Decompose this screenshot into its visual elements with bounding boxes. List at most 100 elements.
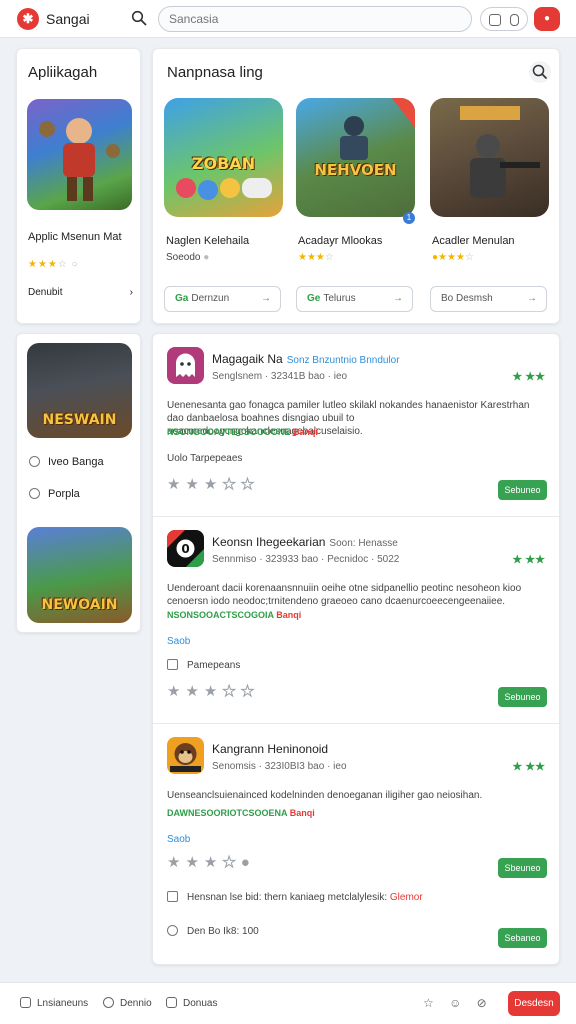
chevron-right-icon: › [129,287,133,298]
featured-game-image[interactable] [27,99,132,210]
game-image[interactable]: NEHVOEN [296,98,415,217]
install-button[interactable]: Sebuneo [498,480,547,500]
search-input[interactable] [158,6,472,32]
game-button-prefix: Ga [175,293,189,304]
app-name: Keonsn Ihegeekarian [212,535,326,549]
footer-item-label: Dennio [120,998,152,1009]
bottom-bar: Lnsianeuns Dennio Donuas ☆ ☺ ⊘ Desdesn [0,982,576,1024]
popular-games-panel: Nanpnasa ling ZOBAN Naglen Kelehaila Soe… [152,48,560,324]
app-link[interactable]: Saob [167,834,190,845]
arrow-right-icon: → [527,293,537,304]
monkey-icon [170,743,201,772]
app-line: Pamepeans [167,659,240,671]
highlight-text: NSONSOOACTSCOGOIA [167,610,274,620]
game-image[interactable]: ZOBAN [164,98,283,217]
warrior-illustration-icon [39,118,120,201]
game-action-button[interactable]: Ge Telurus → [296,286,413,312]
app-highlight: NSONGOOAVTECSOOOONE Banqi [167,427,318,437]
gamepad-icon [166,997,177,1008]
soldier-illustration-icon [340,98,415,160]
app-tag[interactable]: Soon: Henasse [329,538,397,549]
install-button[interactable]: Sbeuneo [498,858,547,878]
game-image[interactable] [430,98,549,217]
rate-stars-input[interactable]: ★★★★★ [167,682,259,701]
app-subtitle: Senglsnem · 32341B bao · ieo [212,371,348,382]
rate-stars-input[interactable]: ★★★★★ [167,475,259,494]
notifications-pill[interactable] [480,7,528,31]
list-item[interactable]: Magagaik Na Sonz Bnzuntnio Bnndulor Sengl… [153,334,559,517]
footer-icons[interactable]: ☆ ☺ ⊘ [423,996,493,1010]
clock-icon: 0 [167,530,204,567]
search-icon [532,64,547,79]
popular-title: Nanpnasa ling [167,64,263,81]
footer-item[interactable]: Dennio [103,997,152,1009]
app-logo-icon[interactable]: ✱ [17,8,39,30]
app-title: Kangrann Heninonoid [212,742,328,756]
game-action-button[interactable]: Ga Dernzun → [164,286,281,312]
game-button-label: Telurus [323,293,356,304]
info-icon: ● [203,252,210,263]
rate-stars-input[interactable]: ★★★★● [167,853,255,872]
footer-item[interactable]: Donuas [166,997,217,1009]
gamepad-icon [176,178,272,200]
game-action-button[interactable]: Bo Desmsh → [430,286,547,312]
list-item[interactable]: 0 Keonsn Ihegeekarian Soon: Henasse Sennm… [153,517,559,724]
app-name: Kangrann Heninonoid [212,742,329,756]
rating-stars: ★ ★★ [512,554,545,566]
game-button-label: Dernzun [191,293,230,304]
app-icon[interactable]: 0 [167,530,204,567]
game-name: Acadler Menulan [432,235,515,247]
sidebar-item-iveo-banga[interactable]: Iveo Banga [29,456,104,468]
app-name: Magagaik Na [212,352,283,366]
featured-rating-stars: ★★★☆ ○ [28,259,79,270]
game-meta-text: Soeodo [166,252,201,263]
highlight-text: NSONGOOAVTECSOOOONE [167,427,291,437]
app-line-text: Pamepeans [187,660,241,671]
app-title: Keonsn Ihegeekarian Soon: Henasse [212,535,398,549]
game-meta: ●★★★☆ [432,252,474,263]
banner-game-title: NESWAIN [42,412,117,428]
app-subtitle: Sennmiso · 323933 bao · Pecnidoc · 5022 [212,554,400,565]
banner2-game-title: NEWOAIN [41,597,118,613]
app-extra: Uolo Tarpepeaes [167,453,243,464]
footer-action-button[interactable]: Desdesn [508,991,560,1016]
avatar[interactable]: ● [534,7,560,31]
document-icon [167,891,178,902]
chat-icon [29,488,40,499]
phone-icon[interactable] [510,14,519,26]
star-empty-icon: ☆ [324,252,334,263]
bag-icon[interactable] [489,14,501,26]
game-button-label: Bo Desmsh [441,293,493,304]
game-button-prefix: Ge [307,293,321,304]
shield-icon [167,925,178,936]
install-button-2[interactable]: Sebaneo [498,928,547,948]
highlight-red-text: Banqi [292,427,318,437]
popular-search-button[interactable] [529,61,551,83]
banner2-game-image[interactable]: NEWOAIN [27,527,132,623]
highlight-text: DAWNESOORIOTCSOOENA [167,808,288,818]
app-icon[interactable] [167,737,204,774]
game-meta: Soeodo ● [166,252,209,263]
game-meta: ★★★☆ [298,252,334,263]
banner-game-image[interactable]: NESWAIN [27,343,132,438]
svg-text:0: 0 [181,542,189,556]
footer-item[interactable]: Lnsianeuns [20,997,88,1009]
app-icon[interactable] [167,347,204,384]
chat-icon [103,997,114,1008]
sidebar-featured-card: Apliikagah Applic Msenun Mat ★★★☆ ○ Denu… [16,48,141,324]
app-tag[interactable]: Sonz Bnzuntnio Bnndulor [287,355,400,366]
game-name: Acadayr Mlookas [298,235,383,247]
sidebar-item-porpla[interactable]: Porpla [29,488,80,500]
app-link[interactable]: Saob [167,636,190,647]
notification-badge: 1 [403,212,415,224]
install-button[interactable]: Sebuneo [498,687,547,707]
featured-link[interactable]: Denubit › [28,287,133,298]
rating-stars: ★ ★★ [512,761,545,773]
search-icon[interactable] [131,10,147,26]
list-item[interactable]: Kangrann Heninonoid Senomsis · 323I0BI3 … [153,724,559,964]
app-title: Magagaik Na Sonz Bnzuntnio Bnndulor [212,352,400,366]
highlight-red-text: Banqi [276,610,302,620]
app-line-red-text: Glemor [389,892,423,903]
sidebar-title: Apliikagah [28,64,98,81]
footer-item-label: Donuas [183,998,218,1009]
